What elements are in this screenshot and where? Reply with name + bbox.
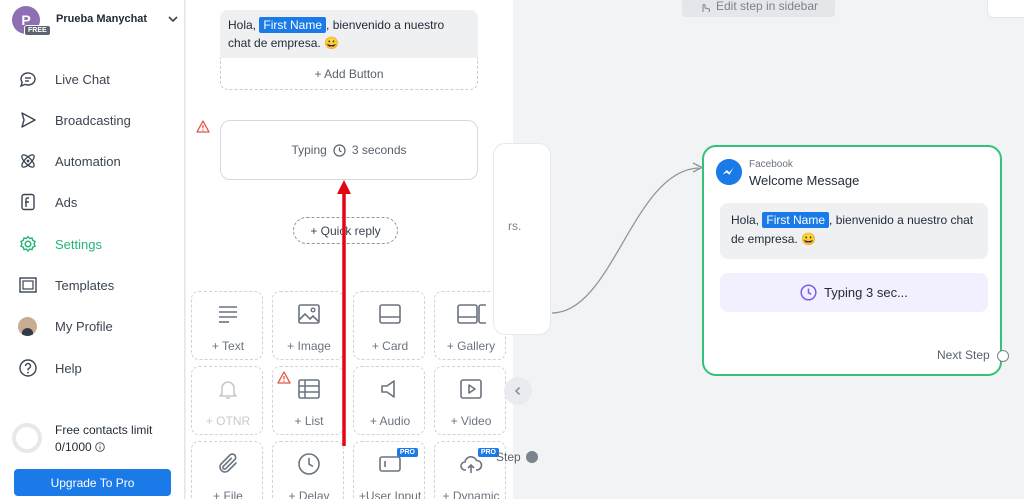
first-name-variable-chip: First Name	[762, 212, 830, 228]
tile-label: + Card	[371, 339, 409, 353]
info-icon[interactable]	[94, 442, 105, 452]
sidebar-item-label: My Profile	[55, 318, 113, 334]
clock-icon	[333, 143, 346, 157]
card-icon	[379, 304, 401, 324]
upgrade-to-pro-button[interactable]: Upgrade To Pro	[14, 469, 171, 496]
typing-duration: 3 seconds	[351, 143, 407, 157]
welcome-message-node[interactable]: Facebook Welcome Message Hola, First Nam…	[702, 145, 1009, 376]
send-icon	[21, 112, 36, 128]
account-switcher[interactable]: P FREE Prueba Manychat	[12, 6, 182, 36]
contacts-limit-count: 0/1000	[55, 440, 105, 454]
previous-step-text-fragment: rs.	[508, 219, 522, 233]
message-text-before: Hola,	[731, 213, 763, 227]
node-typing-text: Typing 3 sec...	[824, 285, 908, 300]
ads-icon	[21, 193, 35, 211]
messenger-icon	[716, 159, 742, 185]
speaker-icon	[381, 380, 395, 398]
sidebar-item-templates[interactable]: Templates	[0, 270, 185, 300]
profile-avatar	[18, 316, 37, 336]
add-delay-tile[interactable]: + Delay	[272, 441, 344, 499]
tile-label: + Image	[287, 339, 331, 353]
tile-label: + List	[294, 414, 324, 428]
chat-bubble-icon	[19, 72, 36, 88]
chevron-down-icon	[168, 16, 178, 23]
sidebar-item-help[interactable]: Help	[0, 353, 185, 383]
warning-icon[interactable]	[277, 371, 291, 384]
sidebar-item-live-chat[interactable]: Live Chat	[0, 64, 185, 94]
input-icon	[379, 456, 401, 472]
image-icon	[298, 304, 320, 324]
node-channel-label: Facebook	[749, 159, 793, 170]
add-image-tile[interactable]: + Image	[272, 291, 344, 360]
add-text-tile[interactable]: + Text	[191, 291, 263, 360]
text-lines-icon	[219, 306, 237, 323]
add-card-tile[interactable]: + Card	[353, 291, 425, 360]
typing-label: Typing	[291, 143, 327, 157]
contacts-limit: Free contacts limit 0/1000	[12, 420, 182, 460]
clock-icon	[800, 284, 817, 301]
paperclip-icon	[219, 453, 237, 473]
sidebar: P FREE Prueba Manychat Live Chat Broadca…	[0, 0, 185, 499]
tile-label: + OTNR	[205, 414, 251, 428]
gallery-icon	[457, 304, 486, 324]
sidebar-item-my-profile[interactable]: My Profile	[0, 311, 185, 341]
sidebar-item-label: Automation	[55, 153, 121, 169]
contacts-limit-label: Free contacts limit	[55, 423, 153, 437]
node-title: Welcome Message	[749, 173, 860, 188]
add-file-tile[interactable]: + File	[191, 441, 263, 499]
add-video-tile[interactable]: + Video	[434, 366, 506, 435]
tile-label: + Audio	[369, 414, 411, 428]
video-icon	[460, 379, 482, 399]
account-name: Prueba Manychat	[56, 13, 148, 25]
tile-label: + Dynamic	[442, 489, 500, 499]
add-button[interactable]: + Add Button	[220, 58, 478, 90]
warning-icon[interactable]	[196, 120, 210, 133]
first-name-variable-chip[interactable]: First Name	[259, 17, 327, 33]
list-icon	[298, 379, 320, 399]
node-message-preview: Hola, First Name, bienvenido a nuestro c…	[720, 203, 988, 259]
annotation-arrow	[337, 180, 351, 446]
next-step-label: Next Step	[937, 348, 990, 362]
sidebar-item-label: Help	[55, 360, 82, 376]
node-typing-preview: Typing 3 sec...	[720, 273, 988, 312]
sidebar-item-broadcasting[interactable]: Broadcasting	[0, 105, 185, 135]
message-text-before: Hola,	[228, 18, 260, 32]
contacts-progress-ring	[12, 423, 42, 453]
tile-label: + Text	[211, 339, 245, 353]
sidebar-item-automation[interactable]: Automation	[0, 146, 185, 176]
tile-label: + Delay	[288, 489, 330, 499]
tile-label: + Gallery	[446, 339, 496, 353]
tile-label: +User Input	[358, 489, 422, 499]
sidebar-item-label: Ads	[55, 194, 78, 210]
cloud-icon	[460, 456, 483, 473]
sidebar-item-label: Live Chat	[55, 71, 110, 87]
sidebar-item-settings[interactable]: Settings	[0, 229, 185, 259]
message-bubble[interactable]: Hola, First Name, bienvenido a nuestro c…	[220, 10, 478, 58]
help-icon	[19, 359, 37, 377]
typing-delay-block[interactable]: Typing 3 seconds	[220, 120, 478, 180]
sidebar-item-ads[interactable]: Ads	[0, 187, 185, 217]
tile-label: + File	[213, 489, 243, 499]
add-user-input-tile[interactable]: PRO +User Input	[353, 441, 425, 499]
atom-icon	[21, 154, 35, 168]
add-otnr-tile[interactable]: + OTNR	[191, 366, 263, 435]
free-plan-badge: FREE	[24, 25, 51, 36]
add-audio-tile[interactable]: + Audio	[353, 366, 425, 435]
gear-icon	[20, 235, 36, 252]
bell-icon	[219, 381, 237, 399]
flow-canvas[interactable]: Edit step in sidebar Step Facebook Welco…	[493, 0, 1024, 499]
clock-icon	[298, 453, 320, 475]
tile-label: + Video	[450, 414, 492, 428]
sidebar-item-label: Settings	[55, 236, 102, 252]
contacts-count-value: 0/1000	[55, 440, 92, 454]
sidebar-item-label: Templates	[55, 277, 115, 293]
sidebar-item-label: Broadcasting	[55, 112, 131, 128]
templates-icon	[19, 277, 37, 293]
next-step-connector-dot[interactable]	[997, 350, 1009, 362]
